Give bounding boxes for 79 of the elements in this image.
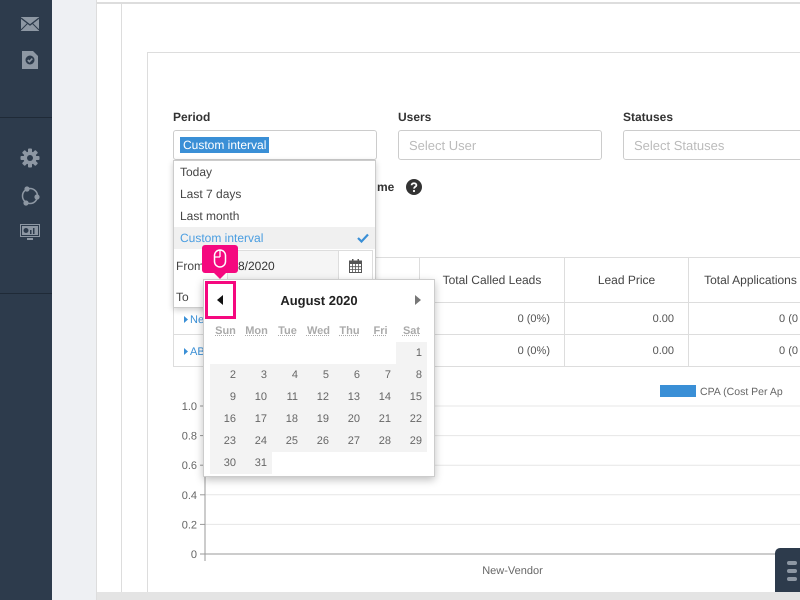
calendar-day[interactable]: 7 [365,364,396,386]
calendar-day[interactable]: 10 [241,386,272,408]
axis-label: New-Vendor [482,565,543,577]
calendar-day[interactable]: 31 [241,452,272,474]
calendar-day[interactable]: 12 [303,386,334,408]
weekday-label: Thu [338,325,361,337]
calendar-day[interactable]: 8 [396,364,427,386]
vendor-link[interactable]: Ne [190,314,204,326]
weekday-label: Mon [244,325,269,337]
calendar-day[interactable]: 3 [241,364,272,386]
month-title: August 2020 [280,292,358,308]
calendar-day[interactable]: 23 [210,430,241,452]
calendar-day[interactable]: 26 [303,430,334,452]
legend-label: CPA (Cost Per Ap [700,386,783,398]
widget-button[interactable] [775,548,800,592]
table-cell: 0.00 [564,334,688,366]
caret-right-icon[interactable] [415,295,421,305]
axis-label: 0.6 [182,460,197,472]
field-label: Statuses [623,110,674,124]
calendar-day[interactable]: 19 [303,408,334,430]
calendar-icon[interactable] [349,258,362,272]
caret-icon[interactable] [184,348,188,354]
menu-icon[interactable] [787,559,797,581]
dropdown-option[interactable]: Last month [174,205,375,227]
weekday-label: Fri [372,325,389,337]
highlight-frame [205,281,236,319]
axis-label: 0.2 [182,519,197,532]
axis-label: 0 [190,549,197,561]
calendar-day[interactable]: 6 [334,364,365,386]
calendar-day[interactable]: 1 [396,342,427,364]
check-icon [357,233,369,243]
calendar-day[interactable]: 16 [210,408,241,430]
weekday-label: Sat [402,325,422,337]
help-icon[interactable] [406,179,422,195]
weekday-label: Tue [277,325,298,337]
field-label: To [175,290,189,304]
axis-label: 0.8 [182,430,197,443]
weekday-label: Wed [306,325,332,337]
dropdown-option[interactable]: Last 7 days [174,183,375,205]
calendar-day[interactable]: 4 [272,364,303,386]
calendar-day[interactable]: 22 [396,408,427,430]
table-cell: 0.00 [564,302,688,334]
dropdown-option[interactable]: Today [174,161,375,183]
calendar-day[interactable]: 5 [303,364,334,386]
horizontal-scrollbar[interactable] [97,592,800,600]
calendar-day[interactable]: 30 [210,452,241,474]
calendar-day[interactable]: 2 [210,364,241,386]
axis-label: 1.0 [182,401,197,413]
calendar-day[interactable]: 25 [272,430,303,452]
field-label: Period [173,110,212,124]
calendar-day[interactable]: 28 [365,430,396,452]
calendar-day[interactable]: 20 [334,408,365,430]
network-icon[interactable] [20,186,40,206]
calendar-day[interactable]: 17 [241,408,272,430]
calendar-day[interactable]: 24 [241,430,272,452]
calendar-day[interactable]: 27 [334,430,365,452]
settings-icon[interactable] [20,148,40,168]
caret-left-icon[interactable] [217,295,223,305]
calendar-day[interactable]: 21 [365,408,396,430]
check-document-icon[interactable] [20,50,40,70]
caret-icon[interactable] [184,316,188,322]
axis-label: 0.4 [182,490,197,502]
click-tooltip [202,245,238,279]
monitor-chart-icon[interactable] [20,224,40,240]
field-label: me [377,180,394,194]
calendar-day[interactable]: 29 [396,430,427,452]
mail-icon[interactable] [21,17,39,31]
calendar-day[interactable]: 13 [334,386,365,408]
weekday-label: Sun [214,325,237,337]
column-header: Total Applications [688,258,800,302]
legend-swatch [660,385,696,397]
calendar-day[interactable]: 15 [396,386,427,408]
calendar-day[interactable]: 18 [272,408,303,430]
mouse-icon [214,249,226,268]
calendar-day[interactable]: 11 [272,386,303,408]
field-label: Users [398,110,432,124]
calendar-day[interactable]: 14 [365,386,396,408]
column-header: Lead Price [564,258,688,302]
calendar-day[interactable]: 9 [210,386,241,408]
